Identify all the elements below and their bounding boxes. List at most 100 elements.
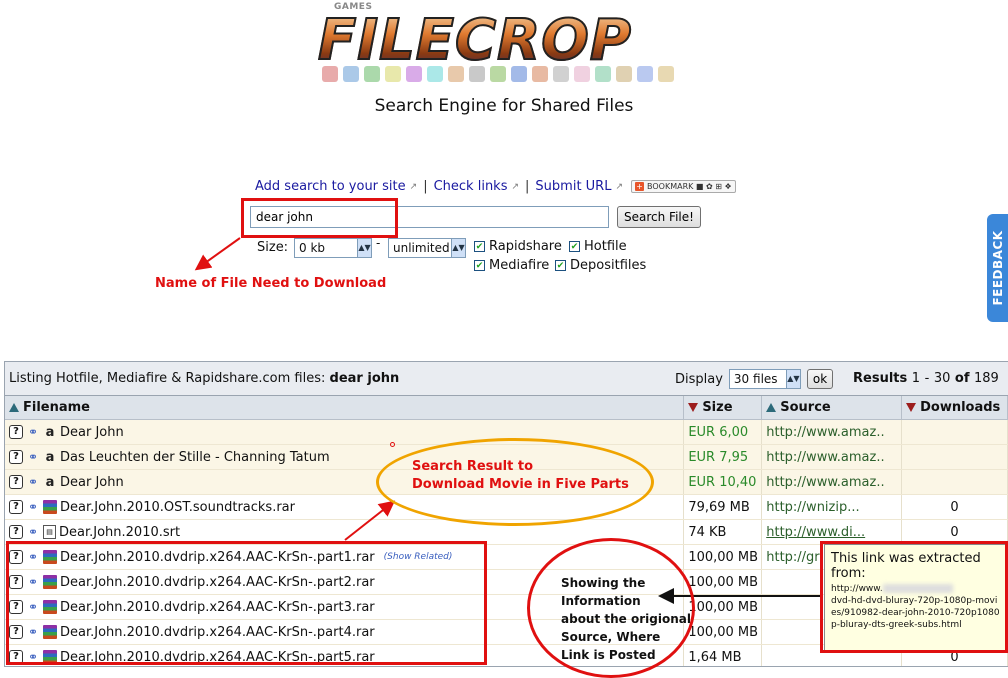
feedback-tab[interactable]: FEEDBACK bbox=[987, 214, 1008, 322]
file-size: 79,69 MB bbox=[684, 495, 763, 519]
results-header: Listing Hotfile, Mediafire & Rapidshare.… bbox=[5, 362, 1008, 396]
file-size: 100,00 MB bbox=[684, 595, 763, 619]
annotation-line: about the origional bbox=[561, 612, 691, 626]
rar-icon bbox=[43, 500, 57, 514]
checkbox-checked-icon[interactable]: ✔ bbox=[569, 241, 580, 252]
annotation-file-name: Name of File Need to Download bbox=[155, 276, 387, 291]
download-count bbox=[902, 445, 1008, 469]
depositfiles-checkbox[interactable]: ✔ Depositfiles bbox=[555, 258, 646, 273]
feedback-label: FEEDBACK bbox=[990, 230, 1005, 306]
sort-asc-icon bbox=[766, 403, 777, 412]
info-icon[interactable]: ? bbox=[9, 525, 23, 539]
add-search-link[interactable]: Add search to your site bbox=[255, 179, 406, 194]
size-header-label: Size bbox=[702, 400, 733, 415]
tooltip-highlight bbox=[820, 541, 1008, 653]
file-name[interactable]: Dear John bbox=[60, 425, 124, 440]
display-control: Display 30 files ▲▼ ok bbox=[675, 369, 834, 389]
min-size-select[interactable]: 0 kb ▲▼ bbox=[294, 238, 372, 258]
check-links-link[interactable]: Check links bbox=[434, 179, 508, 194]
download-count bbox=[902, 470, 1008, 494]
checkbox-checked-icon[interactable]: ✔ bbox=[474, 241, 485, 252]
source-link[interactable]: http://www.amaz.. bbox=[762, 445, 903, 469]
mediafire-checkbox[interactable]: ✔ Mediafire bbox=[474, 258, 549, 273]
file-name[interactable]: Das Leuchten der Stille - Channing Tatum bbox=[60, 450, 330, 465]
spinner-icon[interactable]: ▲▼ bbox=[785, 370, 800, 388]
source-link[interactable]: http://wnizip... bbox=[762, 495, 903, 519]
results-total: 189 bbox=[974, 371, 999, 386]
column-headers: Filename Size Source Downloads bbox=[5, 396, 1008, 420]
ok-button[interactable]: ok bbox=[806, 369, 834, 389]
filename-column-header[interactable]: Filename bbox=[5, 396, 685, 419]
range-start: 1 bbox=[911, 371, 921, 386]
checkbox-checked-icon[interactable]: ✔ bbox=[555, 260, 566, 271]
downloads-column-header[interactable]: Downloads bbox=[902, 396, 1008, 419]
size-label: Size: bbox=[257, 240, 289, 255]
source-link[interactable]: http://www.amaz.. bbox=[762, 470, 903, 494]
max-size-select[interactable]: unlimited ▲▼ bbox=[388, 238, 466, 258]
depositfiles-label: Depositfiles bbox=[570, 258, 647, 273]
listing-query: dear john bbox=[329, 371, 400, 386]
marker-dot bbox=[390, 442, 395, 447]
file-name[interactable]: Dear.John.2010.OST.soundtracks.rar bbox=[60, 500, 295, 515]
filecrop-logo[interactable]: GAMES FILECROP bbox=[317, 2, 678, 88]
results-count: Results 1 - 30 of 189 bbox=[853, 371, 999, 386]
file-size: 1,64 MB bbox=[684, 645, 763, 666]
checkbox-checked-icon[interactable]: ✔ bbox=[474, 260, 485, 271]
range-separator: - bbox=[924, 371, 930, 386]
file-size: 74 KB bbox=[684, 520, 763, 544]
spinner-icon[interactable]: ▲▼ bbox=[451, 239, 465, 257]
source-column-header[interactable]: Source bbox=[762, 396, 903, 419]
search-file-button[interactable]: Search File! bbox=[617, 206, 701, 228]
info-icon[interactable]: ? bbox=[9, 425, 23, 439]
bookmark-label: BOOKMARK bbox=[647, 182, 694, 191]
link-icon[interactable]: ⚭ bbox=[26, 425, 40, 439]
info-icon[interactable]: ? bbox=[9, 500, 23, 514]
hotfile-checkbox[interactable]: ✔ Hotfile bbox=[569, 239, 627, 254]
annotation-line: Download Movie in Five Parts bbox=[412, 477, 629, 492]
source-header-label: Source bbox=[780, 400, 831, 415]
bookmark-button[interactable]: + BOOKMARK ■ ✿ ⊞ ❖ bbox=[631, 180, 736, 193]
separator: | bbox=[525, 179, 530, 194]
file-size: EUR 7,95 bbox=[684, 445, 763, 469]
search-input-highlight bbox=[241, 198, 398, 238]
submit-url-link[interactable]: Submit URL bbox=[535, 179, 611, 194]
annotation-line: Source, Where bbox=[561, 630, 661, 644]
download-count bbox=[902, 420, 1008, 444]
sort-desc-icon bbox=[688, 403, 699, 412]
rapidshare-checkbox[interactable]: ✔ Rapidshare bbox=[474, 239, 562, 254]
sort-desc-icon bbox=[906, 403, 917, 412]
annotation-line: Information bbox=[561, 594, 641, 608]
min-size-value: 0 kb bbox=[299, 241, 326, 255]
link-icon[interactable]: ⚭ bbox=[26, 500, 40, 514]
sort-asc-icon bbox=[9, 403, 19, 412]
tool-links: Add search to your site ↗ | Check links ↗ … bbox=[255, 179, 736, 194]
file-name[interactable]: Dear.John.2010.srt bbox=[59, 525, 180, 540]
annotation-line: Link is Posted bbox=[561, 648, 656, 662]
external-link-icon: ↗ bbox=[409, 181, 418, 192]
downloads-header-label: Downloads bbox=[920, 400, 1001, 415]
rapidshare-label: Rapidshare bbox=[489, 239, 562, 254]
spinner-icon[interactable]: ▲▼ bbox=[357, 239, 371, 257]
size-range-separator: - bbox=[376, 236, 381, 250]
link-icon[interactable]: ⚭ bbox=[26, 475, 40, 489]
info-icon[interactable]: ? bbox=[9, 450, 23, 464]
display-count-select[interactable]: 30 files ▲▼ bbox=[728, 369, 801, 389]
link-icon[interactable]: ⚭ bbox=[26, 525, 40, 539]
annotation-source-info: Showing the Information about the origio… bbox=[561, 574, 691, 664]
file-name[interactable]: Dear John bbox=[60, 475, 124, 490]
external-link-icon: ↗ bbox=[615, 181, 624, 192]
five-parts-highlight bbox=[6, 541, 487, 665]
amazon-icon: a bbox=[45, 424, 55, 440]
logo-wordmark: FILECROP bbox=[317, 7, 632, 74]
listing-prefix: Listing Hotfile, Mediafire & Rapidshare.… bbox=[9, 371, 326, 386]
external-link-icon: ↗ bbox=[511, 181, 520, 192]
mediafire-label: Mediafire bbox=[489, 258, 550, 273]
results-label: Results bbox=[853, 371, 908, 386]
file-size: 100,00 MB bbox=[684, 570, 763, 594]
link-icon[interactable]: ⚭ bbox=[26, 450, 40, 464]
source-link[interactable]: http://www.amaz.. bbox=[762, 420, 903, 444]
size-column-header[interactable]: Size bbox=[684, 396, 763, 419]
info-icon[interactable]: ? bbox=[9, 475, 23, 489]
annotation-line: Showing the bbox=[561, 576, 646, 590]
annotation-line: Search Result to bbox=[412, 459, 534, 474]
